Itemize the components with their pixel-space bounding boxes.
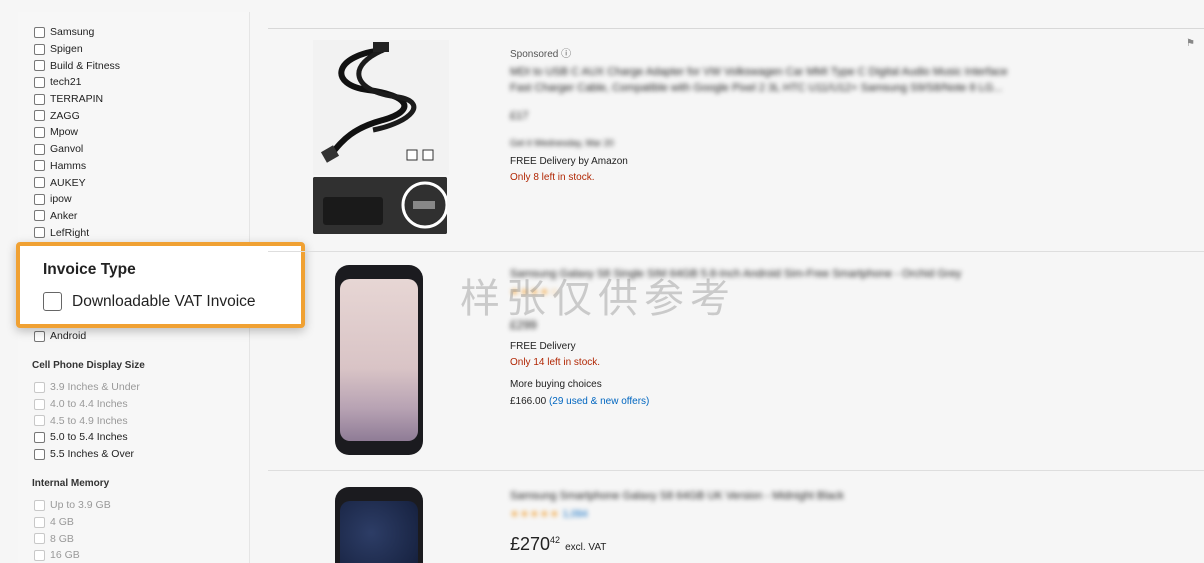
memory-title: Internal Memory [32, 478, 110, 489]
checkbox[interactable] [34, 549, 45, 561]
display-size-title: Cell Phone Display Size [32, 360, 145, 371]
offer-price: £166.00 [510, 396, 547, 407]
display-size-item[interactable]: 5.5 Inches & Over [34, 446, 140, 463]
checkbox[interactable] [34, 126, 45, 138]
display-size-list: 3.9 Inches & Under 4.0 to 4.4 Inches 4.5… [34, 379, 140, 462]
stock-status: Only 14 left in stock. [510, 357, 601, 368]
brand-filter-item[interactable]: LefRight [34, 224, 120, 241]
checkbox[interactable] [34, 177, 45, 189]
divider [268, 470, 1204, 471]
more-buying-choices: More buying choices [510, 379, 602, 390]
checkbox[interactable] [34, 160, 45, 172]
checkbox[interactable] [34, 210, 45, 222]
product-title-link[interactable]: Samsung Smartphone Galaxy S8 64GB UK Ver… [510, 490, 844, 502]
product-price: £27042 excl. VAT [510, 534, 607, 554]
checkbox[interactable] [34, 76, 45, 88]
checkbox[interactable] [34, 227, 45, 239]
vat-invoice-label: Downloadable VAT Invoice [72, 292, 256, 310]
checkbox[interactable] [34, 431, 45, 443]
product-image-phone-black[interactable] [335, 487, 423, 563]
memory-item[interactable]: 16 GB [34, 547, 111, 563]
brand-filter-item[interactable]: ZAGG [34, 107, 120, 124]
brand-filter-item[interactable]: Build & Fitness [34, 57, 120, 74]
stock-status: Only 8 left in stock. [510, 172, 595, 183]
product-price: £17 [510, 110, 529, 122]
brand-filter-item[interactable]: TERRAPIN [34, 91, 120, 108]
checkbox[interactable] [34, 448, 45, 460]
checkbox[interactable] [34, 381, 45, 393]
checkbox[interactable] [34, 516, 45, 528]
search-results-page: Samsung Spigen Build & Fitness tech21 TE… [0, 0, 1204, 563]
display-size-item[interactable]: 3.9 Inches & Under [34, 379, 140, 396]
divider [268, 251, 1204, 252]
checkbox[interactable] [34, 533, 45, 545]
brand-filter-item[interactable]: tech21 [34, 74, 120, 91]
vat-invoice-option[interactable]: Downloadable VAT Invoice [43, 292, 256, 311]
offers-link[interactable]: (29 used & new offers) [549, 396, 649, 407]
checkbox[interactable] [34, 93, 45, 105]
delivery-date: Get it Wednesday, Mar 20 [510, 138, 614, 148]
os-filter-item[interactable]: Android [34, 328, 86, 345]
product-image-phone-grey[interactable] [335, 265, 423, 455]
brand-filter-item[interactable]: Anker [34, 208, 120, 225]
brand-filter-item[interactable]: Ganvol [34, 141, 120, 158]
checkbox[interactable] [34, 26, 45, 38]
checkbox[interactable] [34, 398, 45, 410]
product-image-cable[interactable] [313, 40, 449, 175]
memory-item[interactable]: 8 GB [34, 530, 111, 547]
checkbox[interactable] [34, 110, 45, 122]
brand-filter-list: Samsung Spigen Build & Fitness tech21 TE… [34, 24, 120, 241]
checkbox[interactable] [34, 193, 45, 205]
brand-filter-item[interactable]: Mpow [34, 124, 120, 141]
offer-line: £166.00 (29 used & new offers) [510, 396, 649, 407]
flag-icon[interactable]: ⚑ [1186, 38, 1195, 49]
memory-list: Up to 3.9 GB 4 GB 8 GB 16 GB [34, 497, 111, 563]
brand-filter-item[interactable]: Samsung [34, 24, 120, 41]
sponsored-label[interactable]: Sponsored ⓘ [510, 45, 571, 60]
delivery-info: FREE Delivery by Amazon [510, 156, 628, 167]
delivery-info: FREE Delivery [510, 341, 576, 352]
invoice-type-title: Invoice Type [43, 261, 136, 278]
display-size-item[interactable]: 4.0 to 4.4 Inches [34, 396, 140, 413]
memory-item[interactable]: Up to 3.9 GB [34, 497, 111, 514]
vat-invoice-checkbox[interactable] [43, 292, 62, 311]
checkbox[interactable] [34, 499, 45, 511]
brand-filter-item[interactable]: AUKEY [34, 174, 120, 191]
brand-filter-item[interactable]: Spigen [34, 41, 120, 58]
watermark-text: 样张仅供参考 [460, 276, 736, 322]
checkbox[interactable] [34, 60, 45, 72]
display-size-item[interactable]: 5.0 to 5.4 Inches [34, 429, 140, 446]
star-rating[interactable]: ★★★★★ 1,094 [510, 509, 588, 520]
product-title-link[interactable]: Fast Charger Cable, Compatible with Goog… [510, 82, 1003, 94]
display-size-item[interactable]: 4.5 to 4.9 Inches [34, 412, 140, 429]
divider [268, 28, 1204, 29]
checkbox[interactable] [34, 43, 45, 55]
product-image-car-interior[interactable] [313, 177, 447, 234]
brand-filter-item[interactable]: Hamms [34, 158, 120, 175]
brand-filter-item[interactable]: ipow [34, 191, 120, 208]
product-title-link[interactable]: MDI to USB C AUX Charge Adapter for VW V… [510, 66, 1007, 78]
checkbox[interactable] [34, 143, 45, 155]
invoice-type-panel: Invoice Type Downloadable VAT Invoice [16, 242, 305, 328]
checkbox[interactable] [34, 415, 45, 427]
memory-item[interactable]: 4 GB [34, 514, 111, 531]
checkbox[interactable] [34, 330, 45, 342]
